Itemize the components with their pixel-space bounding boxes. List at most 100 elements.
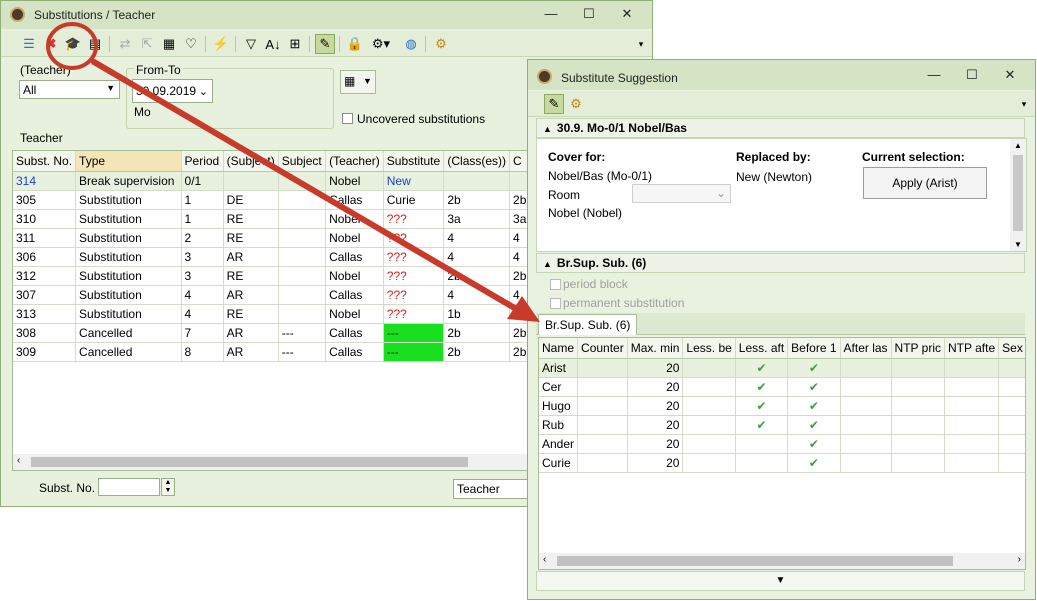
globe-icon[interactable]: ◍ xyxy=(401,34,421,54)
col-period[interactable]: Period xyxy=(181,151,224,172)
table-row[interactable]: Rub 20 ✔ ✔ xyxy=(539,415,1025,435)
table-row[interactable]: 311 Substitution 2 RE Nobel ??? 4 4 xyxy=(13,228,531,248)
col-classes[interactable]: (Class(es)) xyxy=(443,151,511,172)
cell-ntp-after xyxy=(944,453,1000,473)
col-max-min[interactable]: Max. min xyxy=(627,338,684,359)
cell-subject-orig: RE xyxy=(223,266,279,286)
col-before-1[interactable]: Before 1 xyxy=(787,338,841,359)
collapse-icon[interactable]: ▲ xyxy=(543,124,552,134)
table-row[interactable]: Cer 20 ✔ ✔ xyxy=(539,377,1025,397)
period-block-checkbox[interactable] xyxy=(550,279,561,290)
substitution-sheet-icon[interactable]: ▤ xyxy=(85,34,105,54)
calendar-dropdown-button[interactable]: ▦ ▼ xyxy=(340,70,376,94)
cell-teacher: Callas xyxy=(325,285,384,305)
col-less-after[interactable]: Less. aft xyxy=(735,338,789,359)
minimize-button[interactable]: — xyxy=(532,3,570,25)
cell-type: Substitution xyxy=(75,209,182,229)
scrollbar-thumb[interactable] xyxy=(1013,155,1023,231)
minimize-button[interactable]: — xyxy=(915,64,953,86)
col-less-before[interactable]: Less. be xyxy=(682,338,736,359)
col-substitute[interactable]: Substitute xyxy=(383,151,445,172)
cover-for-value: Nobel/Bas (Mo-0/1) xyxy=(548,169,653,183)
apply-button[interactable]: Apply (Arist) xyxy=(863,167,987,199)
main-horizontal-scrollbar[interactable]: ‹ xyxy=(13,454,531,470)
calculator-icon[interactable]: ▦ xyxy=(159,34,179,54)
tab-br-sup-sub[interactable]: Br.Sup. Sub. (6) xyxy=(538,314,638,335)
scroll-up-icon[interactable]: ▲ xyxy=(1014,141,1022,150)
gear-icon[interactable]: ⚙ xyxy=(431,34,451,54)
table-row[interactable]: 305 Substitution 1 DE Callas Curie 2b 2b xyxy=(13,190,531,210)
cover-section-header[interactable]: ▲ 30.9. Mo-0/1 Nobel/Bas xyxy=(536,118,1025,138)
table-row[interactable]: 307 Substitution 4 AR Callas ??? 4 4 xyxy=(13,285,531,305)
suggestion-icon[interactable]: ✎ xyxy=(315,34,335,54)
scroll-left-icon[interactable]: ‹ xyxy=(543,554,546,565)
magic-wand-icon[interactable]: ⚡ xyxy=(211,34,231,54)
stethoscope-icon[interactable]: ♡ xyxy=(181,34,201,54)
col-ntp-prior[interactable]: NTP pric xyxy=(891,338,946,359)
col-counter[interactable]: Counter xyxy=(577,338,628,359)
scroll-down-icon[interactable]: ▼ xyxy=(1014,240,1022,249)
room-select[interactable]: ⌄ xyxy=(632,184,731,203)
exchange-icon[interactable]: ⇄ xyxy=(115,34,135,54)
col-after-last[interactable]: After las xyxy=(840,338,892,359)
list-view-icon[interactable]: ☰ xyxy=(19,34,39,54)
scroll-left-icon[interactable]: ‹ xyxy=(17,455,20,466)
view-select[interactable]: Teacher xyxy=(453,479,531,499)
teacher-filter-select[interactable]: All ▼ xyxy=(19,80,120,99)
table-row[interactable]: 312 Substitution 3 RE Nobel ??? 2b 2b xyxy=(13,266,531,286)
cover-vertical-scrollbar[interactable]: ▲ ▼ xyxy=(1010,139,1026,251)
col-name[interactable]: Name xyxy=(539,338,579,359)
lock-icon[interactable]: 🔒 xyxy=(345,34,365,54)
subst-no-input[interactable] xyxy=(98,478,160,496)
maximize-button[interactable]: ☐ xyxy=(953,64,991,86)
table-row[interactable]: Arist 20 ✔ ✔ xyxy=(539,358,1025,378)
grid-select-icon[interactable]: ⊞ xyxy=(285,34,305,54)
col-ntp-after[interactable]: NTP afte xyxy=(944,338,1000,359)
teacher-hat-icon[interactable]: 🎓 xyxy=(63,34,83,54)
delete-icon[interactable]: ✖ xyxy=(41,34,61,54)
sort-icon[interactable]: A↓ xyxy=(263,34,283,54)
col-subject[interactable]: Subject xyxy=(278,151,327,172)
table-row[interactable]: 309 Cancelled 8 AR --- Callas --- 2b 2b xyxy=(13,342,531,362)
expand-bottom-bar[interactable]: ▼ xyxy=(536,571,1025,591)
scrollbar-thumb[interactable] xyxy=(31,457,468,467)
date-picker[interactable]: 30.09.2019 ⌄ xyxy=(132,79,213,103)
col-teacher[interactable]: (Teacher) xyxy=(325,151,384,172)
table-row[interactable]: 314 Break supervision 0/1 Nobel New xyxy=(13,171,531,191)
release-icon[interactable]: ⇱ xyxy=(137,34,157,54)
maximize-button[interactable]: ☐ xyxy=(570,3,608,25)
chevron-down-icon[interactable]: ▼ xyxy=(776,575,786,586)
settings-dropdown-icon[interactable]: ⚙▾ xyxy=(371,34,391,54)
cell-after-last xyxy=(840,415,892,435)
uncovered-checkbox[interactable] xyxy=(342,113,353,124)
toolbar-separator xyxy=(235,36,236,52)
suggestion-section-header[interactable]: ▲ Br.Sup. Sub. (6) xyxy=(536,253,1025,273)
table-row[interactable]: Hugo 20 ✔ ✔ xyxy=(539,396,1025,416)
table-row[interactable]: 306 Substitution 3 AR Callas ??? 4 4 xyxy=(13,247,531,267)
cell-subst-no: 309 xyxy=(13,342,77,362)
col-sex[interactable]: Sex xyxy=(998,338,1025,359)
table-row[interactable]: Ander 20 ✔ xyxy=(539,434,1025,454)
cell-sex xyxy=(998,377,1025,397)
suggestion-horizontal-scrollbar[interactable]: ‹ › xyxy=(539,553,1025,569)
close-button[interactable]: ✕ xyxy=(991,64,1029,86)
gear-icon[interactable]: ⚙ xyxy=(566,94,586,114)
app-logo-icon xyxy=(537,69,552,84)
table-row[interactable]: 313 Substitution 4 RE Nobel ??? 1b 1b xyxy=(13,304,531,324)
table-row[interactable]: 310 Substitution 1 RE Nobel ??? 3a 3a xyxy=(13,209,531,229)
toolbar-chevron-icon[interactable]: ▾ xyxy=(631,34,651,54)
table-row[interactable]: Curie 20 ✔ xyxy=(539,453,1025,473)
close-button[interactable]: ✕ xyxy=(608,3,646,25)
suggestion-icon[interactable]: ✎ xyxy=(544,94,564,114)
col-subst-no[interactable]: Subst. No. xyxy=(13,151,77,172)
permanent-substitution-checkbox[interactable] xyxy=(550,298,561,309)
toolbar-chevron-icon[interactable]: ▾ xyxy=(1014,94,1034,114)
scrollbar-thumb[interactable] xyxy=(557,556,953,566)
scroll-right-icon[interactable]: › xyxy=(1018,554,1021,565)
filter-icon[interactable]: ▽ xyxy=(241,34,261,54)
col-type[interactable]: Type xyxy=(75,151,182,172)
collapse-icon[interactable]: ▲ xyxy=(543,259,552,269)
subst-no-spinner[interactable]: ▲ ▼ xyxy=(161,478,175,496)
col-subject-orig[interactable]: (Subject) xyxy=(223,151,279,172)
table-row[interactable]: 308 Cancelled 7 AR --- Callas --- 2b 2b xyxy=(13,323,531,343)
